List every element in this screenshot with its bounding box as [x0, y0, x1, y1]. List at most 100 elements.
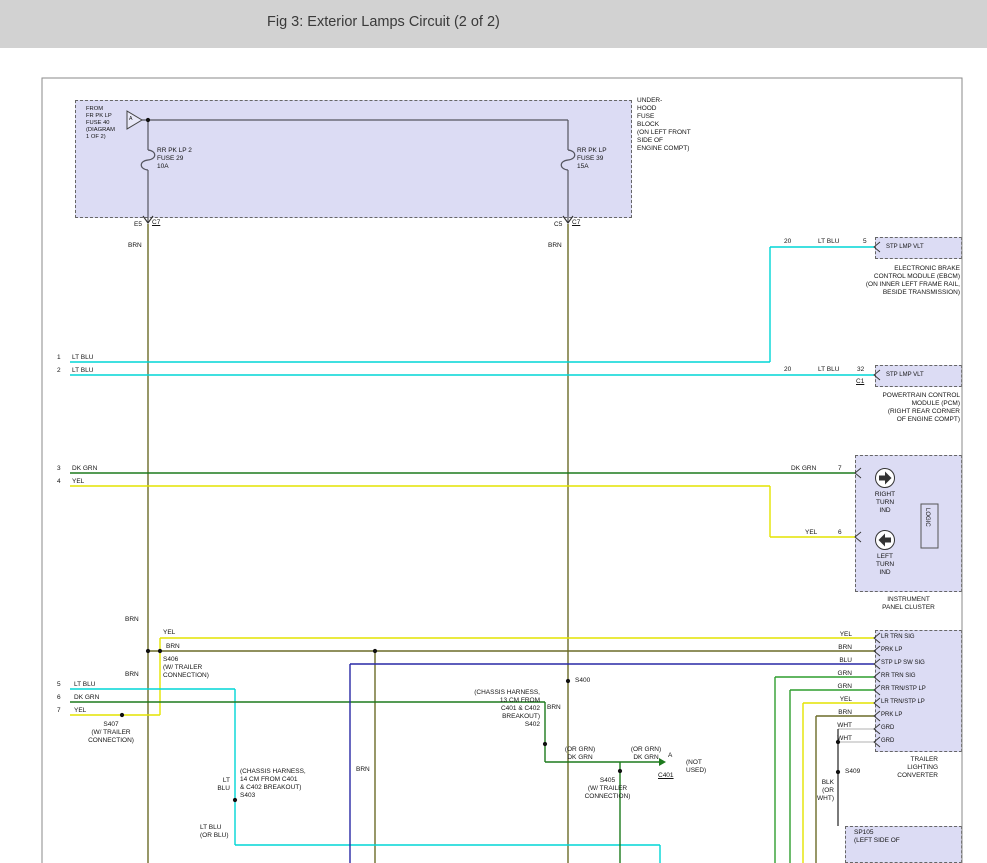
circuit-number: 3 — [57, 465, 61, 473]
ebcm-signal-label: STP LMP VLT — [886, 244, 924, 251]
wire-color-label: (OR GRN) DK GRN — [556, 746, 604, 762]
wire-color-label: BRN — [822, 644, 852, 652]
fuse-39-label: RR PK LP FUSE 39 15A — [577, 147, 607, 171]
wire-color-label: LT BLU — [74, 681, 95, 689]
s403-dot — [233, 798, 237, 802]
converter-pin-label: GRD — [881, 738, 894, 745]
lt-blu-wires — [70, 247, 874, 863]
wire-color-label: DK GRN — [72, 465, 97, 473]
wire-color-label: BRN — [125, 671, 139, 679]
wire-color-label: YEL — [163, 629, 175, 637]
pin-number: 5 — [863, 238, 867, 246]
wire-color-label: BRN — [822, 709, 852, 717]
wire-color-label: YEL — [72, 478, 84, 486]
wiring-svg — [0, 0, 987, 863]
sp105-label: SP105 (LEFT SIDE OF — [854, 829, 900, 845]
ckt-number: 20 — [784, 238, 791, 246]
splice-s400-label: S400 — [575, 677, 590, 685]
blu-wires — [350, 664, 874, 863]
circuit-number: 2 — [57, 367, 61, 375]
connector-c7-right: C7 — [572, 219, 580, 227]
wire-color-label: LT BLU (OR BLU) — [200, 824, 229, 840]
right-turn-ind-label: RIGHT TURN IND — [867, 491, 903, 515]
converter-pin-label: PRK LP — [881, 712, 902, 719]
circuit-number: 4 — [57, 478, 61, 486]
wire-color-label: YEL — [822, 696, 852, 704]
wire-color-label: DK GRN — [791, 465, 816, 473]
wire-color-label: WHT — [822, 735, 852, 743]
wire-color-label: YEL — [805, 529, 817, 537]
pcm-signal-label: STP LMP VLT — [886, 372, 924, 379]
pcm-caption: POWERTRAIN CONTROL MODULE (PCM) (RIGHT R… — [790, 392, 960, 424]
wire-color-label: GRN — [822, 683, 852, 691]
circuit-number: 1 — [57, 354, 61, 362]
wire-color-label: BLK (OR WHT) — [810, 779, 834, 803]
converter-pin-label: LR TRN/STP LP — [881, 699, 925, 706]
wire-color-label: LT BLU — [72, 367, 93, 375]
converter-pin-label: RR TRN/STP LP — [881, 686, 926, 693]
source-ref-label: FROM FR PK LP FUSE 40 (DIAGRAM 1 OF 2) — [86, 106, 126, 141]
wire-color-label: LT BLU — [212, 777, 230, 793]
connector-cavity-e5: E5 — [134, 221, 142, 229]
wire-color-label: BLU — [822, 657, 852, 665]
diagram-frame — [42, 78, 962, 863]
splice-s403-label: (CHASSIS HARNESS, 14 CM FROM C401 & C402… — [240, 768, 306, 800]
logic-label: LOGIC — [924, 508, 930, 546]
fuse-block-internal-wires — [141, 120, 575, 223]
circuit-number: 5 — [57, 681, 61, 689]
converter-pin-label: LR TRN SIG — [881, 634, 915, 641]
wire-color-label: BRN — [125, 616, 139, 624]
pin-a-label: A — [668, 752, 672, 760]
wire-color-label: YEL — [74, 707, 86, 715]
s405-dot — [618, 769, 622, 773]
wire-color-label: BRN — [548, 242, 562, 250]
wire-color-label: BRN — [128, 242, 142, 250]
converter-pin-label: RR TRN SIG — [881, 673, 916, 680]
fuse-block-location-label: UNDER- HOOD FUSE BLOCK (ON LEFT FRONT SI… — [637, 97, 691, 152]
wire-color-label: LT BLU — [818, 366, 839, 374]
wire-color-label: YEL — [822, 631, 852, 639]
converter-pin-label: STP LP SW SIG — [881, 660, 925, 667]
wire-color-label: DK GRN — [74, 694, 99, 702]
circuit-number: 6 — [57, 694, 61, 702]
splice-s406-label: S406 (W/ TRAILER CONNECTION) — [163, 656, 209, 680]
connector-c7-left: C7 — [152, 219, 160, 227]
pin-number: 6 — [838, 529, 842, 537]
wire-color-label: (OR GRN) DK GRN — [624, 746, 668, 762]
exit-arrow-icons — [143, 216, 573, 223]
fuse-39-symbol — [561, 150, 575, 170]
connector-c1: C1 — [856, 378, 864, 386]
wire-color-label: GRN — [822, 670, 852, 678]
s400-dot — [566, 679, 570, 683]
connector-cavity-c5: C5 — [554, 221, 562, 229]
wire-color-label: BRN — [166, 643, 180, 651]
s409-dot — [836, 770, 840, 774]
wire-color-label: BRN — [356, 766, 370, 774]
wire-color-label: BRN — [547, 704, 561, 712]
converter-pin-label: GRD — [881, 725, 894, 732]
pin-number: 32 — [857, 366, 864, 374]
splice-s402-label: (CHASSIS HARNESS, 13 CM FROM C401 & C402… — [455, 689, 540, 729]
wire-color-label: LT BLU — [72, 354, 93, 362]
s402-dot — [543, 742, 547, 746]
fuse-29-symbol — [141, 150, 155, 170]
s406-dot — [158, 649, 162, 653]
splice-s409-label: S409 — [845, 768, 860, 776]
splice-s407-label: S407 (W/ TRAILER CONNECTION) — [82, 721, 140, 745]
converter-pin-label: PRK LP — [881, 647, 902, 654]
left-turn-ind-label: LEFT TURN IND — [867, 553, 903, 577]
converter-caption: TRAILER LIGHTING CONVERTER — [858, 756, 938, 780]
not-used-label: (NOT USED) — [686, 759, 706, 775]
pin-number: 7 — [838, 465, 842, 473]
wire-color-label: WHT — [822, 722, 852, 730]
s407-dot — [120, 713, 124, 717]
wiring-diagram-page: Fig 3: Exterior Lamps Circuit (2 of 2) — [0, 0, 987, 863]
ckt-number: 20 — [784, 366, 791, 374]
source-triangle-label: A — [129, 116, 132, 122]
ipc-caption: INSTRUMENT PANEL CLUSTER — [855, 596, 962, 612]
fuse-29-label: RR PK LP 2 FUSE 29 10A — [157, 147, 192, 171]
wire-color-label: LT BLU — [818, 238, 839, 246]
ebcm-caption: ELECTRONIC BRAKE CONTROL MODULE (EBCM) (… — [790, 265, 960, 297]
splice-s405-label: S405 (W/ TRAILER CONNECTION) — [580, 777, 635, 801]
connector-c401-label: C401 — [658, 772, 674, 780]
